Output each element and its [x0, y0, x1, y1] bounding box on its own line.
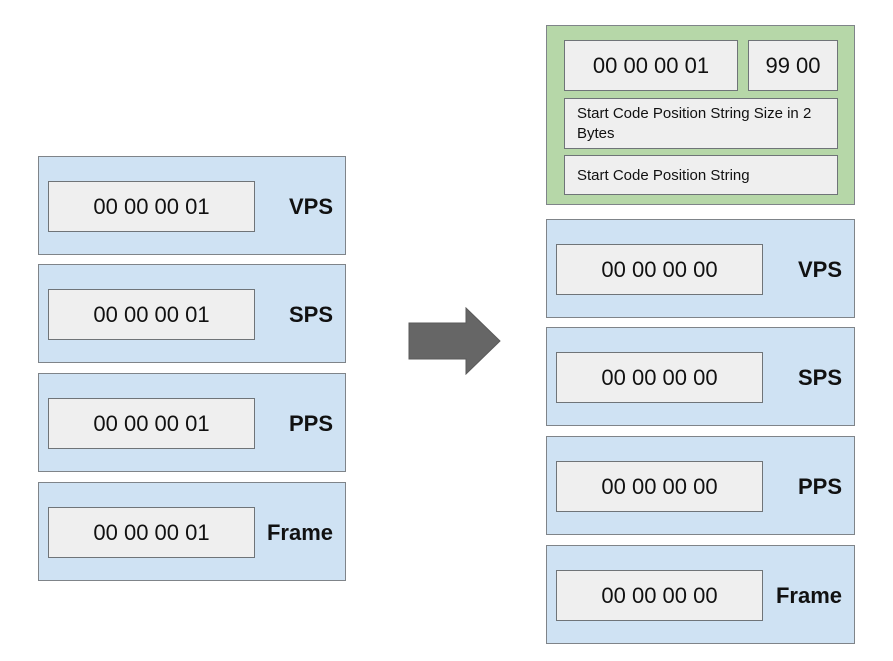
start-code-box: 00 00 00 01	[48, 289, 255, 340]
start-code-position-header: 00 00 00 01 99 00 Start Code Position St…	[546, 25, 855, 205]
nal-unit-sps-after: 00 00 00 00 SPS	[546, 327, 855, 426]
position-string-size-box: Start Code Position String Size in 2 Byt…	[564, 98, 838, 149]
header-start-code-box: 00 00 00 01	[564, 40, 738, 91]
start-code-box: 00 00 00 01	[48, 181, 255, 232]
nal-unit-frame-before: 00 00 00 01 Frame	[38, 482, 346, 581]
nal-unit-sps-before: 00 00 00 01 SPS	[38, 264, 346, 363]
nal-unit-pps-after: 00 00 00 00 PPS	[546, 436, 855, 535]
unit-type-label: SPS	[797, 364, 842, 390]
position-string-box: Start Code Position String	[564, 155, 838, 195]
unit-type-label: VPS	[797, 256, 842, 282]
start-code-box: 00 00 00 00	[556, 244, 763, 295]
nal-unit-vps-before: 00 00 00 01 VPS	[38, 156, 346, 255]
start-code-box: 00 00 00 00	[556, 461, 763, 512]
unit-type-label: PPS	[797, 473, 842, 499]
header-marker-box: 99 00	[748, 40, 838, 91]
start-code-box: 00 00 00 01	[48, 507, 255, 558]
nal-unit-vps-after: 00 00 00 00 VPS	[546, 219, 855, 318]
unit-type-label: VPS	[288, 193, 333, 219]
start-code-box: 00 00 00 01	[48, 398, 255, 449]
start-code-box: 00 00 00 00	[556, 570, 763, 621]
nal-unit-frame-after: 00 00 00 00 Frame	[546, 545, 855, 644]
unit-type-label: Frame	[266, 519, 333, 545]
unit-type-label: PPS	[288, 410, 333, 436]
unit-type-label: SPS	[288, 301, 333, 327]
start-code-box: 00 00 00 00	[556, 352, 763, 403]
right-arrow-icon	[408, 307, 501, 375]
unit-type-label: Frame	[775, 582, 842, 608]
nal-unit-pps-before: 00 00 00 01 PPS	[38, 373, 346, 472]
